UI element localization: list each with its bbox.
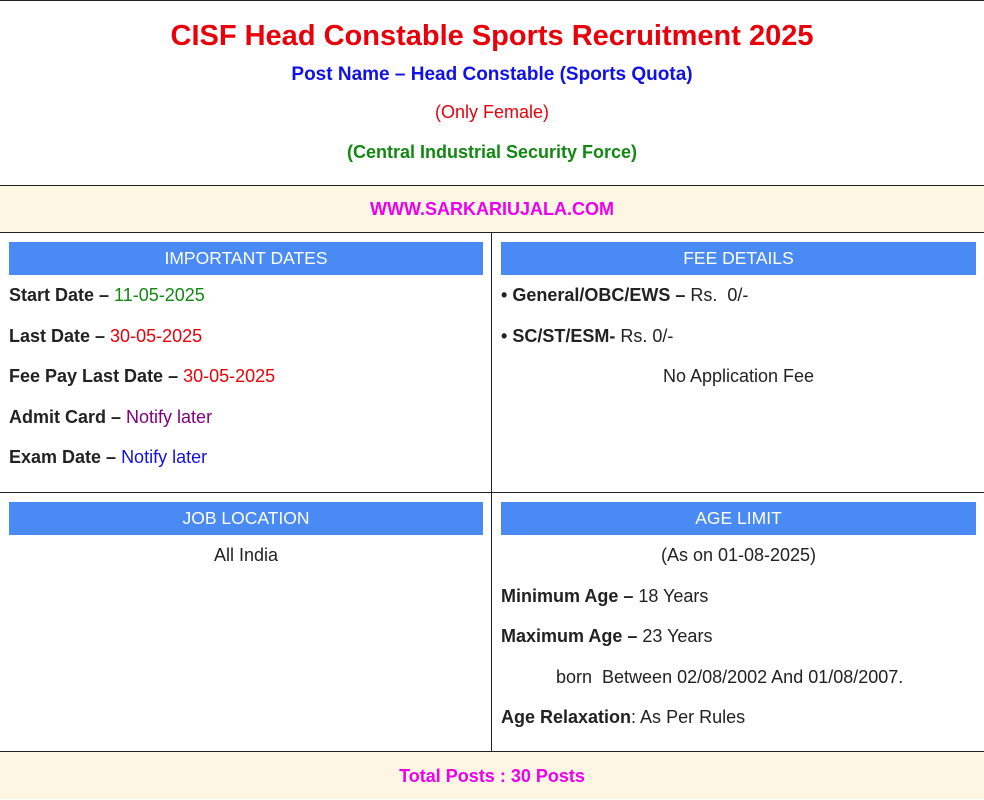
page-header: CISF Head Constable Sports Recruitment 2…	[0, 0, 984, 185]
age-min-value: 18 Years	[638, 585, 709, 606]
date-value: 30-05-2025	[110, 325, 203, 346]
date-admit-card: Admit Card – Notify later	[9, 405, 483, 429]
fee-general: • General/OBC/EWS – Rs. 0/-	[501, 283, 976, 307]
fee-reserved: • SC/ST/ESM- Rs. 0/-	[501, 324, 976, 348]
age-relaxation: Age Relaxation: As Per Rules	[501, 705, 976, 729]
fee-value: Rs. 0/-	[690, 285, 749, 305]
date-exam: Exam Date – Notify later	[9, 445, 483, 469]
page-title: CISF Head Constable Sports Recruitment 2…	[170, 20, 814, 52]
date-label: Last Date –	[9, 325, 111, 346]
age-limit-heading: AGE LIMIT	[501, 502, 976, 535]
age-maximum: Maximum Age – 23 Years	[501, 624, 976, 648]
age-max-label: Maximum Age –	[501, 626, 643, 647]
fee-note: No Application Fee	[662, 366, 815, 387]
date-value: Notify later	[126, 406, 213, 427]
info-row-2: JOB LOCATION All India AGE LIMIT (As on …	[0, 493, 984, 751]
date-last: Last Date – 30-05-2025	[9, 324, 483, 348]
age-relax-value: : As Per Rules	[631, 707, 746, 728]
date-fee-pay-last: Fee Pay Last Date – 30-05-2025	[9, 364, 483, 388]
date-label: Fee Pay Last Date –	[9, 366, 184, 387]
gender-note: (Only Female)	[434, 102, 550, 122]
website-banner: WWW.SARKARIUJALA.COM	[0, 185, 984, 233]
date-label: Admit Card –	[9, 406, 127, 427]
date-value: 11-05-2025	[114, 285, 205, 305]
age-minimum: Minimum Age – 18 Years	[501, 584, 976, 608]
fee-label: SC/ST/ESM-	[512, 325, 621, 346]
important-dates-cell: IMPORTANT DATES Start Date – 11-05-2025 …	[0, 233, 492, 492]
fee-value: Rs. 0/-	[620, 325, 674, 346]
fee-bullet: •	[501, 325, 513, 346]
date-start: Start Date – 11-05-2025	[9, 283, 483, 307]
fee-details-cell: FEE DETAILS • General/OBC/EWS – Rs. 0/- …	[492, 233, 984, 492]
total-posts-banner: Total Posts : 30 Posts	[0, 751, 984, 799]
date-value: Notify later	[121, 447, 208, 468]
recruitment-page: CISF Head Constable Sports Recruitment 2…	[0, 0, 984, 799]
post-name: Post Name – Head Constable (Sports Quota…	[291, 64, 693, 85]
date-label: Start Date –	[9, 285, 115, 305]
job-location-heading: JOB LOCATION	[9, 502, 483, 535]
age-min-label: Minimum Age –	[501, 585, 639, 606]
job-location-value: All India	[213, 545, 279, 565]
job-location-cell: JOB LOCATION All India	[0, 493, 492, 751]
age-as-on: (As on 01-08-2025)	[660, 545, 817, 565]
age-relax-label: Age Relaxation	[501, 707, 632, 728]
age-limit-cell: AGE LIMIT (As on 01-08-2025) Minimum Age…	[492, 493, 984, 751]
age-born-between: born Between 02/08/2002 And 01/08/2007.	[556, 666, 904, 687]
important-dates-heading: IMPORTANT DATES	[9, 242, 483, 275]
age-max-value: 23 Years	[642, 626, 713, 647]
fee-details-heading: FEE DETAILS	[501, 242, 976, 275]
fee-label: General/OBC/EWS –	[512, 285, 691, 305]
date-value: 30-05-2025	[183, 366, 276, 387]
date-label: Exam Date –	[9, 447, 122, 468]
fee-bullet: •	[501, 285, 513, 305]
info-row-1: IMPORTANT DATES Start Date – 11-05-2025 …	[0, 233, 984, 493]
organization-name: (Central Industrial Security Force)	[346, 142, 638, 162]
